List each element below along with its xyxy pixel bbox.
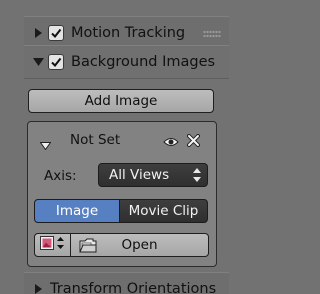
background-image-entry: Not Set Axis: All Views Image Movie Clip — [27, 121, 217, 267]
image-entry-name: Not Set — [70, 132, 121, 148]
expand-arrow-icon[interactable] — [32, 283, 44, 294]
updown-arrows-icon — [57, 237, 64, 253]
axis-label: Axis: — [44, 168, 77, 184]
movie-clip-source-tab[interactable]: Movie Clip — [119, 199, 208, 223]
axis-select-value: All Views — [109, 167, 170, 183]
transform-orientations-panel-header[interactable]: Transform Orientations — [24, 272, 229, 294]
motion-tracking-label: Motion Tracking — [71, 25, 186, 41]
motion-tracking-checkbox[interactable] — [48, 25, 64, 41]
properties-region: Motion Tracking Background Images Add Im… — [0, 0, 244, 294]
close-icon[interactable] — [187, 132, 200, 151]
open-label: Open — [121, 237, 158, 253]
image-icon — [40, 236, 54, 254]
transform-orientations-label: Transform Orientations — [50, 281, 217, 294]
folder-icon — [79, 238, 97, 257]
axis-select[interactable]: All Views — [98, 163, 208, 187]
image-browse-button[interactable] — [34, 233, 71, 257]
collapse-arrow-icon[interactable] — [32, 56, 44, 68]
entry-collapse-arrow-icon[interactable] — [39, 135, 52, 154]
background-images-checkbox[interactable] — [48, 54, 64, 70]
image-source-tab[interactable]: Image — [34, 199, 120, 223]
background-images-label: Background Images — [71, 54, 216, 70]
eye-icon[interactable] — [163, 133, 179, 152]
drag-grip-icon[interactable] — [203, 30, 221, 38]
expand-arrow-icon[interactable] — [32, 27, 44, 39]
updown-arrows-icon — [193, 168, 201, 186]
background-images-panel-header[interactable]: Background Images — [24, 45, 229, 79]
add-image-button[interactable]: Add Image — [28, 89, 214, 113]
open-image-button[interactable]: Open — [70, 233, 209, 257]
